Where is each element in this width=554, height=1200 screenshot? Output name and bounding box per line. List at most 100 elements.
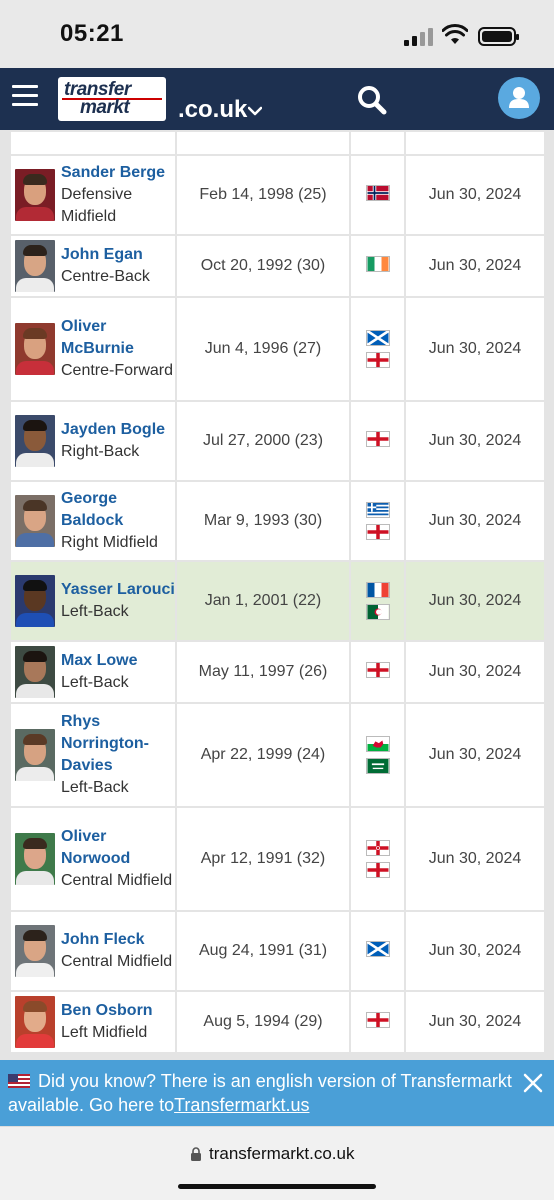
player-text: Sander Berge Defensive Midfield [61, 162, 175, 228]
close-icon[interactable] [522, 1072, 544, 1094]
scotland-flag-icon [365, 330, 390, 346]
player-position: Left-Back [61, 779, 129, 796]
header-cell [177, 132, 349, 154]
chevron-down-icon[interactable] [248, 104, 262, 118]
player-cell: Ben Osborn Left Midfield [11, 992, 175, 1052]
player-photo[interactable] [15, 575, 55, 627]
nationality-flags [365, 940, 390, 957]
contract-expiry: Jun 30, 2024 [406, 402, 544, 480]
url-text[interactable]: transfermarkt.co.uk [209, 1144, 355, 1164]
player-position: Right-Back [61, 443, 140, 460]
player-name-link[interactable]: Yasser Larouci [61, 579, 175, 601]
table-header-row [11, 132, 544, 154]
player-name-link[interactable]: Ben Osborn [61, 1000, 153, 1022]
battery-icon [478, 27, 519, 46]
nationality-flags [365, 330, 390, 368]
nationality-cell [351, 482, 404, 560]
player-name-link[interactable]: Sander Berge [61, 162, 175, 184]
contract-expiry: Jun 30, 2024 [406, 704, 544, 806]
saudi-arabia-flag-icon [365, 758, 390, 774]
nationality-flags [365, 255, 390, 272]
banner-link[interactable]: Transfermarkt.us [174, 1095, 309, 1115]
squad-table: Sander Berge Defensive Midfield Feb 14, 19… [9, 130, 546, 1054]
player-photo[interactable] [15, 240, 55, 292]
contract-expiry: Jun 30, 2024 [406, 298, 544, 400]
player-text: John Fleck Central Midfield [61, 929, 172, 973]
player-name-link[interactable]: Max Lowe [61, 650, 137, 672]
ireland-flag-icon [365, 255, 390, 272]
status-time: 05:21 [60, 20, 124, 47]
table-row: Ben Osborn Left Midfield Aug 5, 1994 (29) J… [11, 992, 544, 1052]
player-photo[interactable] [15, 646, 55, 698]
player-info: Jayden Bogle Right-Back [15, 415, 175, 467]
nationality-flags [365, 184, 390, 201]
player-cell: Max Lowe Left-Back [11, 642, 175, 702]
player-photo[interactable] [15, 925, 55, 977]
player-name-link[interactable]: Jayden Bogle [61, 419, 165, 441]
player-position: Centre-Back [61, 268, 150, 285]
nationality-flags [365, 1011, 390, 1028]
transfermarkt-logo[interactable]: transfer markt [58, 77, 166, 121]
player-position: Defensive Midfield [61, 186, 133, 225]
player-name-link[interactable]: Rhys Norrington-Davies [61, 711, 175, 777]
player-photo[interactable] [15, 323, 55, 375]
player-name-link[interactable]: John Egan [61, 244, 150, 266]
user-icon [509, 87, 529, 108]
player-text: Yasser Larouci Left-Back [61, 579, 175, 623]
player-info: Ben Osborn Left Midfield [15, 996, 175, 1048]
table-row: John Egan Centre-Back Oct 20, 1992 (30) Jun… [11, 236, 544, 296]
player-photo[interactable] [15, 169, 55, 221]
player-info: Oliver McBurnie Centre-Forward [15, 316, 175, 382]
wifi-icon [442, 24, 468, 44]
lock-icon [191, 1147, 201, 1161]
account-button[interactable] [498, 77, 540, 119]
player-text: George Baldock Right Midfield [61, 488, 175, 554]
nationality-cell [351, 402, 404, 480]
player-photo[interactable] [15, 996, 55, 1048]
status-bar: 05:21 [0, 0, 554, 68]
player-photo[interactable] [15, 833, 55, 885]
cellular-signal-icon [404, 28, 434, 46]
player-name-link[interactable]: Oliver McBurnie [61, 316, 175, 360]
player-name-link[interactable]: John Fleck [61, 929, 172, 951]
player-name-link[interactable]: George Baldock [61, 488, 175, 532]
player-info: John Fleck Central Midfield [15, 925, 175, 977]
home-indicator [178, 1184, 376, 1189]
england-flag-icon [365, 661, 390, 678]
player-cell: George Baldock Right Midfield [11, 482, 175, 560]
info-banner: Did you know? There is an english versio… [0, 1060, 554, 1126]
algeria-flag-icon [365, 604, 390, 620]
nationality-flags [365, 430, 390, 447]
player-text: John Egan Centre-Back [61, 244, 150, 288]
date-of-birth: Jun 4, 1996 (27) [177, 298, 349, 400]
nationality-cell [351, 912, 404, 990]
squad-table-container: Sander Berge Defensive Midfield Feb 14, 19… [0, 130, 554, 1060]
nationality-cell [351, 156, 404, 234]
player-text: Ben Osborn Left Midfield [61, 1000, 153, 1044]
search-icon[interactable] [356, 84, 388, 116]
table-row: Oliver Norwood Central Midfield Apr 12, 19… [11, 808, 544, 910]
browser-url-bar[interactable]: transfermarkt.co.uk [0, 1126, 554, 1200]
contract-expiry: Jun 30, 2024 [406, 642, 544, 702]
player-info: Max Lowe Left-Back [15, 646, 175, 698]
player-cell: John Egan Centre-Back [11, 236, 175, 296]
menu-icon[interactable] [12, 85, 38, 109]
contract-expiry: Jun 30, 2024 [406, 562, 544, 640]
player-photo[interactable] [15, 495, 55, 547]
player-info: Oliver Norwood Central Midfield [15, 826, 175, 892]
date-of-birth: Aug 5, 1994 (29) [177, 992, 349, 1052]
date-of-birth: Aug 24, 1991 (31) [177, 912, 349, 990]
player-name-link[interactable]: Oliver Norwood [61, 826, 175, 870]
player-position: Centre-Forward [61, 362, 174, 379]
player-cell: Yasser Larouci Left-Back [11, 562, 175, 640]
player-cell: Sander Berge Defensive Midfield [11, 156, 175, 234]
player-photo[interactable] [15, 729, 55, 781]
contract-expiry: Jun 30, 2024 [406, 912, 544, 990]
table-row: Jayden Bogle Right-Back Jul 27, 2000 (23) J… [11, 402, 544, 480]
player-photo[interactable] [15, 415, 55, 467]
date-of-birth: Feb 14, 1998 (25) [177, 156, 349, 234]
norway-flag-icon [365, 184, 390, 201]
date-of-birth: Jul 27, 2000 (23) [177, 402, 349, 480]
domain-selector[interactable]: .co.uk [178, 96, 247, 124]
banner-message: Did you know? There is an english versio… [8, 1069, 518, 1117]
